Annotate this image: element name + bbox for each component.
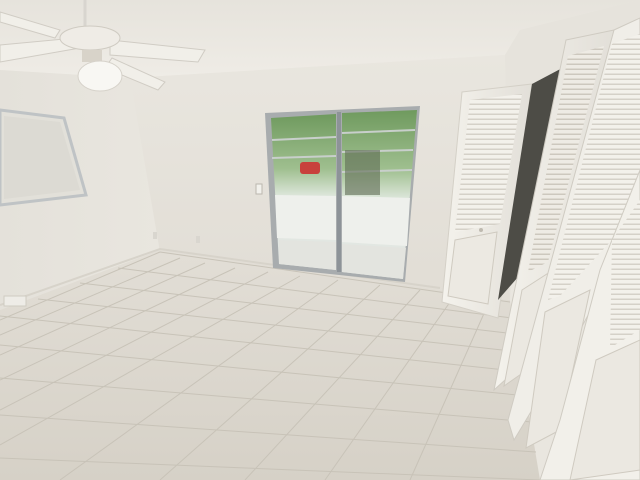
red-car xyxy=(300,162,320,174)
room-photo xyxy=(0,0,640,480)
sliding-glass-door xyxy=(265,106,420,282)
light-switch xyxy=(255,183,263,195)
fan-motor xyxy=(59,25,121,51)
outlet-back xyxy=(196,236,200,243)
fan-light-globe xyxy=(77,60,123,92)
floor-vent xyxy=(3,295,27,307)
outlet-left xyxy=(153,232,157,239)
